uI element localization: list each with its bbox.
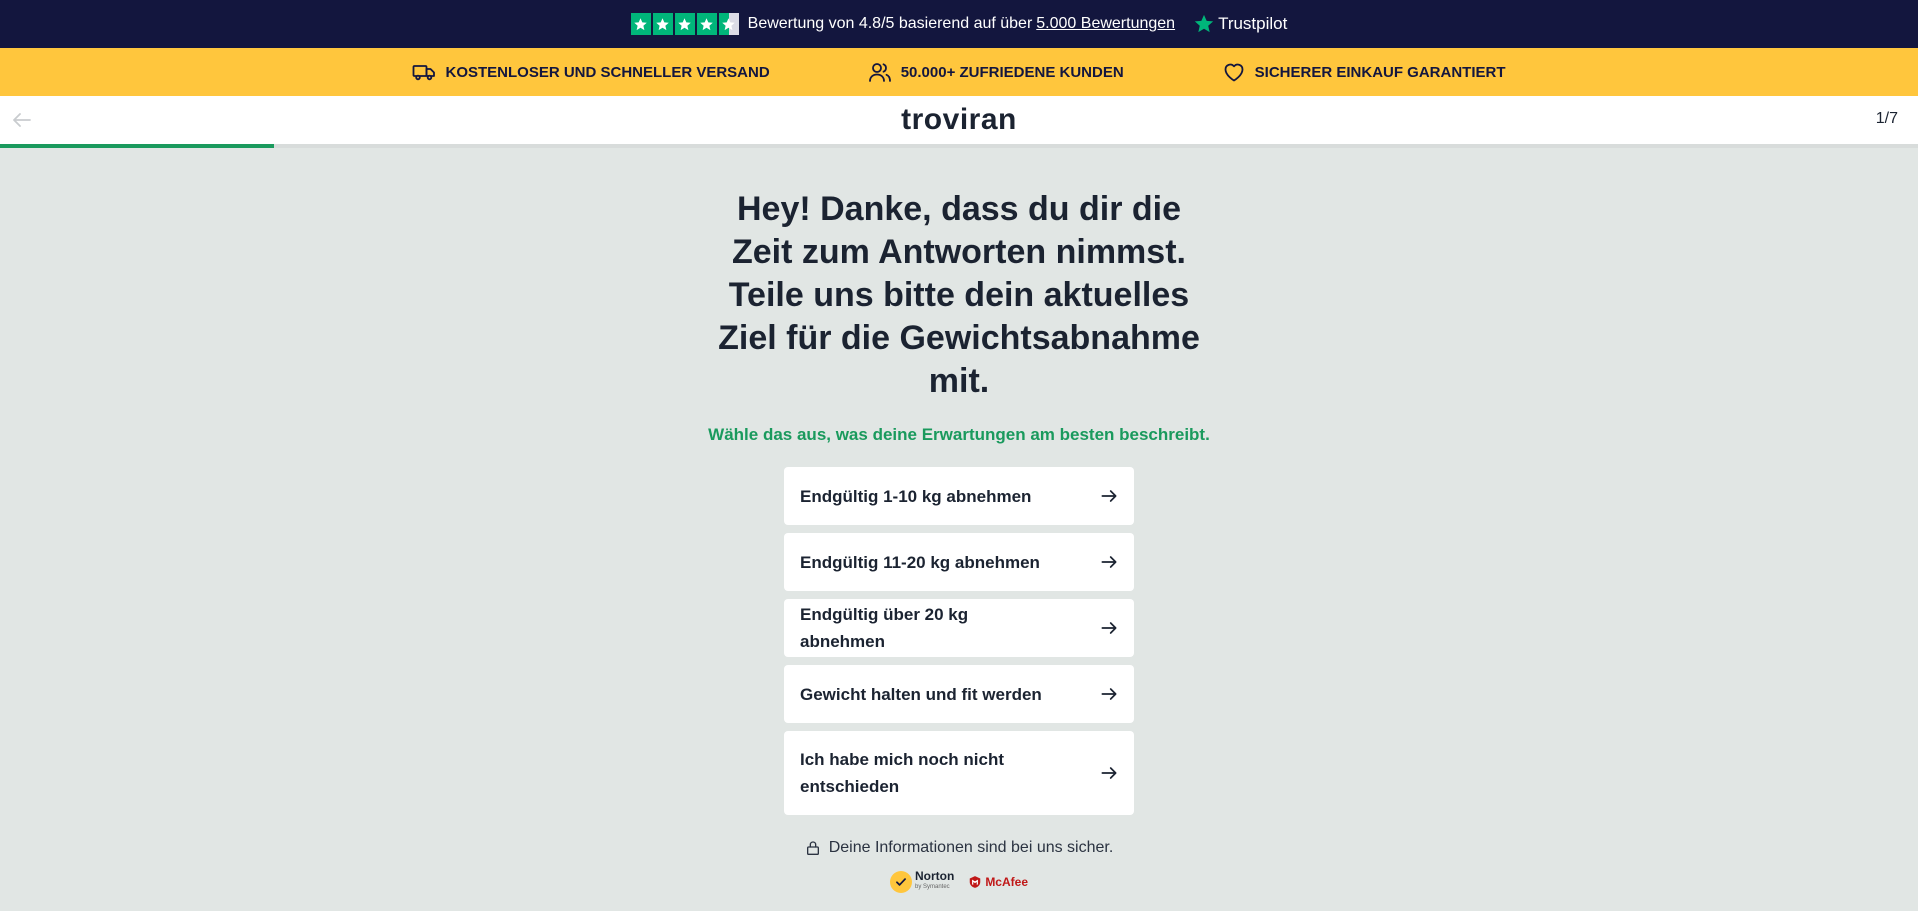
back-arrow-icon[interactable] — [10, 108, 34, 132]
arrow-right-icon — [1101, 622, 1117, 634]
quiz-header: troviran 1/7 — [0, 96, 1918, 144]
arrow-right-icon — [1101, 767, 1117, 779]
question-title: Hey! Danke, dass du dir die Zeit zum Ant… — [718, 190, 1200, 400]
option-label: Endgültig 11-20 kg abnehmen — [800, 552, 1040, 572]
lock-icon — [806, 841, 819, 855]
progress-fill — [0, 144, 275, 148]
arrow-right-icon — [1101, 556, 1117, 568]
brand-logo: troviran — [901, 103, 1017, 136]
arrow-right-icon — [1101, 688, 1117, 700]
option-label: Ich habe mich noch nicht entschieden — [800, 750, 1005, 796]
benefit-secure: SICHERER EINKAUF GARANTIERT — [1222, 60, 1506, 84]
truck-icon — [413, 65, 436, 81]
step-counter: 1/7 — [1875, 110, 1898, 127]
benefit-label: 50.000+ ZUFRIEDENE KUNDEN — [900, 63, 1124, 81]
question-subtitle: Wähle das aus, was deine Erwartungen am … — [708, 425, 1210, 444]
heart-icon — [1224, 63, 1244, 82]
answer-options: Endgültig 1-10 kg abnehmen Endgültig 11-… — [784, 467, 1134, 815]
star-icon — [652, 13, 673, 35]
benefit-shipping: KOSTENLOSER UND SCHNELLER VERSAND — [412, 60, 770, 84]
star-icon — [630, 13, 651, 35]
quiz-main: Hey! Danke, dass du dir die Zeit zum Ant… — [0, 148, 1918, 893]
rating-text: Bewertung von 4.8/5 basierend auf über — [747, 15, 1033, 32]
benefit-label: SICHERER EINKAUF GARANTIERT — [1254, 63, 1506, 81]
benefit-label: KOSTENLOSER UND SCHNELLER VERSAND — [445, 63, 770, 81]
half-star-icon — [718, 13, 739, 35]
benefits-bar: KOSTENLOSER UND SCHNELLER VERSAND 50.000… — [0, 48, 1918, 96]
answer-option[interactable]: Gewicht halten und fit werden — [784, 665, 1134, 723]
users-icon — [868, 63, 891, 82]
mcafee-label: McAfee — [985, 875, 1028, 889]
trustpilot-bar: Bewertung von 4.8/5 basierend auf über 5… — [0, 0, 1918, 48]
answer-option[interactable]: Endgültig über 20 kg abnehmen — [784, 599, 1134, 657]
trustpilot-star-icon — [1194, 14, 1214, 33]
reviews-link[interactable]: 5.000 Bewertungen — [1036, 15, 1175, 33]
rating-stars — [630, 13, 739, 35]
security-text: Deine Informationen sind bei uns sicher. — [828, 839, 1114, 856]
answer-option[interactable]: Endgültig 11-20 kg abnehmen — [784, 533, 1134, 591]
mcafee-badge: McAfee — [968, 875, 1028, 889]
security-note: Deine Informationen sind bei uns sicher. — [805, 839, 1114, 857]
mcafee-shield-icon — [970, 876, 981, 888]
trustpilot-label: Trustpilot — [1218, 14, 1288, 33]
benefit-customers: 50.000+ ZUFRIEDENE KUNDEN — [868, 60, 1124, 84]
trustpilot-logo: Trustpilot — [1193, 13, 1287, 35]
star-icon — [674, 13, 695, 35]
option-label: Gewicht halten und fit werden — [800, 684, 1042, 704]
star-icon — [696, 13, 717, 35]
arrow-right-icon — [1101, 490, 1117, 502]
security-badges: Norton by Symantec McAfee — [889, 869, 1028, 893]
option-label: Endgültig 1-10 kg abnehmen — [800, 486, 1032, 506]
answer-option[interactable]: Endgültig 1-10 kg abnehmen — [784, 467, 1134, 525]
answer-option[interactable]: Ich habe mich noch nicht entschieden — [784, 731, 1134, 815]
check-icon — [889, 871, 912, 893]
progress-bar — [0, 144, 1918, 148]
option-label: Endgültig über 20 kg abnehmen — [800, 605, 969, 651]
norton-sub: by Symantec — [914, 884, 950, 890]
norton-label: Norton — [914, 869, 955, 883]
norton-badge: Norton by Symantec — [889, 869, 955, 893]
